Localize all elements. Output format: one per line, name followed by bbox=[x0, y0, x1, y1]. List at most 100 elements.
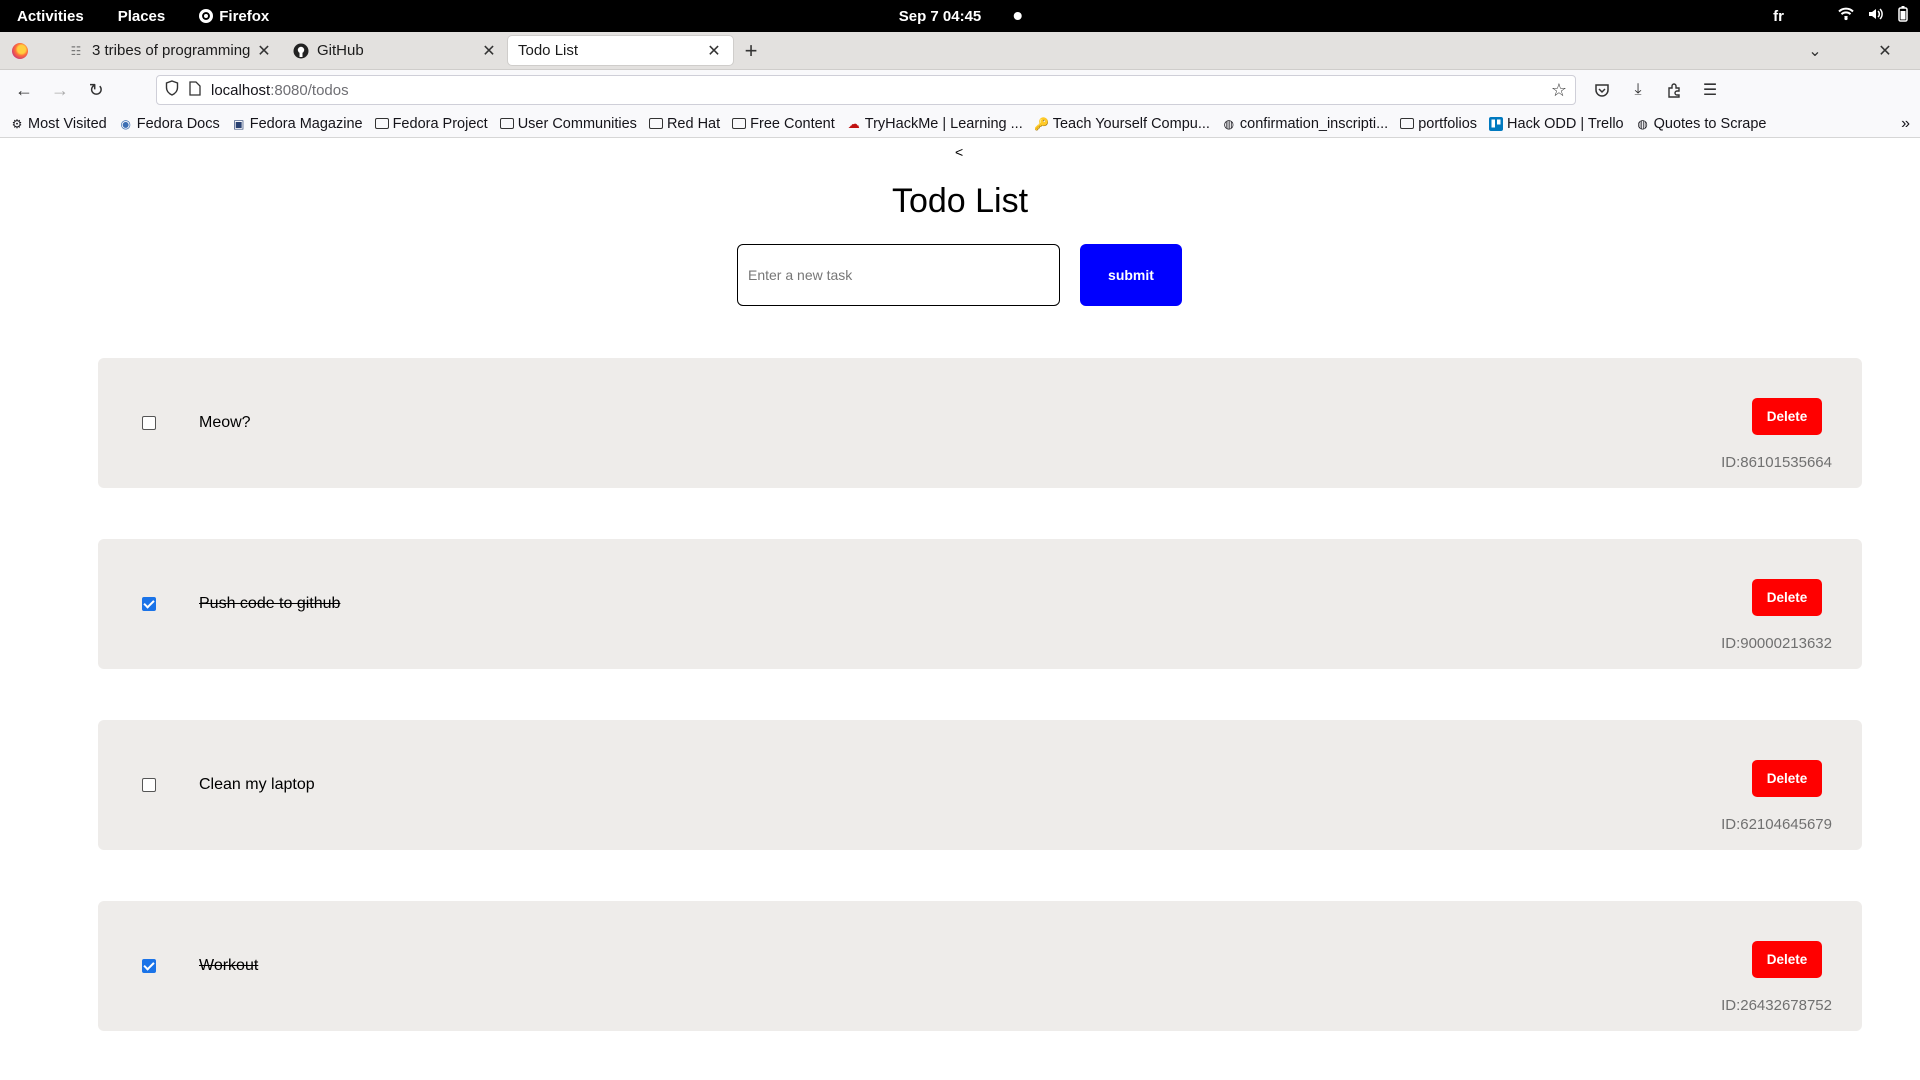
todo-item: Clean my laptop Delete ID:62104645679 bbox=[98, 720, 1862, 850]
pocket-icon[interactable] bbox=[1588, 76, 1616, 104]
todo-text: Push code to github bbox=[199, 595, 341, 612]
bookmark-teach-yourself[interactable]: 🔑 Teach Yourself Compu... bbox=[1034, 115, 1210, 132]
bookmark-quotes-to-scrape[interactable]: ◍ Quotes to Scrape bbox=[1636, 115, 1767, 132]
bookmark-star-icon[interactable]: ☆ bbox=[1551, 80, 1567, 101]
folder-icon bbox=[499, 117, 514, 131]
downloads-icon[interactable]: ⤓ bbox=[1624, 76, 1652, 104]
bookmark-most-visited[interactable]: ⚙ Most Visited bbox=[10, 116, 107, 132]
todo-list: Meow? Delete ID:86101535664 Push code to… bbox=[98, 358, 1862, 1080]
todo-text: Clean my laptop bbox=[199, 776, 315, 793]
globe-icon: ◍ bbox=[1223, 116, 1235, 131]
tab-strip: ☷ 3 tribes of programming ✕ GitHub ✕ Tod… bbox=[0, 32, 1920, 70]
app-name: Firefox bbox=[219, 7, 270, 25]
bookmark-fedora-docs[interactable]: ◉ Fedora Docs bbox=[119, 115, 220, 132]
bookmark-label: Fedora Magazine bbox=[249, 115, 363, 132]
new-task-input[interactable] bbox=[737, 244, 1060, 306]
places-menu[interactable]: Places bbox=[101, 8, 183, 25]
bookmark-label: Teach Yourself Compu... bbox=[1052, 115, 1210, 132]
folder-icon bbox=[374, 117, 389, 131]
system-top-bar: Activities Places Firefox Sep 7 04:45 fr bbox=[0, 0, 1920, 32]
todo-text: Meow? bbox=[199, 414, 251, 431]
tab-label: 3 tribes of programming bbox=[92, 42, 251, 59]
firefox-icon bbox=[12, 42, 28, 59]
bookmark-portfolios[interactable]: portfolios bbox=[1400, 116, 1477, 132]
bookmark-fedora-magazine[interactable]: ▣ Fedora Magazine bbox=[232, 116, 363, 132]
wifi-icon[interactable] bbox=[1838, 7, 1854, 25]
datetime: Sep 7 04:45 bbox=[898, 7, 982, 25]
delete-button[interactable]: Delete bbox=[1752, 941, 1822, 978]
battery-icon[interactable] bbox=[1898, 6, 1908, 26]
back-arrow-icon[interactable]: ← bbox=[8, 74, 40, 106]
bookmark-user-communities[interactable]: User Communities bbox=[499, 115, 637, 132]
delete-button[interactable]: Delete bbox=[1752, 760, 1822, 797]
reload-icon[interactable]: ↻ bbox=[80, 74, 112, 106]
article-icon: ☷ bbox=[70, 43, 82, 58]
new-tab-button[interactable]: + bbox=[733, 32, 769, 69]
page-icon[interactable] bbox=[189, 80, 201, 100]
bookmark-free-content[interactable]: Free Content bbox=[732, 116, 835, 132]
bookmark-tryhackme[interactable]: ☁ TryHackMe | Learning ... bbox=[847, 116, 1023, 132]
todo-id: ID:26432678752 bbox=[1721, 997, 1832, 1014]
todo-item: Workout Delete ID:26432678752 bbox=[98, 901, 1862, 1031]
tab-todo-list[interactable]: Todo List ✕ bbox=[508, 36, 733, 65]
tab-label: Todo List bbox=[518, 42, 579, 59]
todo-id: ID:90000213632 bbox=[1721, 635, 1832, 652]
close-icon[interactable]: ✕ bbox=[255, 42, 273, 60]
delete-button[interactable]: Delete bbox=[1752, 398, 1822, 435]
todo-checkbox[interactable] bbox=[142, 778, 156, 792]
bookmark-fedora-project[interactable]: Fedora Project bbox=[374, 115, 488, 132]
back-link[interactable]: < bbox=[955, 144, 963, 160]
close-icon[interactable]: ✕ bbox=[480, 42, 498, 60]
bookmark-label: Red Hat bbox=[666, 115, 721, 132]
bookmark-red-hat[interactable]: Red Hat bbox=[648, 115, 721, 132]
hamburger-menu-icon[interactable]: ☰ bbox=[1696, 76, 1724, 104]
todo-checkbox[interactable] bbox=[142, 597, 156, 611]
navigation-toolbar: ← → ↻ localhost:8080/todos ☆ ⤓ ☰ bbox=[0, 70, 1920, 110]
magazine-icon: ▣ bbox=[233, 116, 245, 131]
tryhackme-icon: ☁ bbox=[847, 116, 860, 131]
todo-text: Workout bbox=[199, 957, 259, 974]
volume-icon[interactable] bbox=[1868, 7, 1884, 25]
bookmarks-toolbar: ⚙ Most Visited ◉ Fedora Docs ▣ Fedora Ma… bbox=[0, 110, 1920, 138]
bookmark-label: Quotes to Scrape bbox=[1653, 115, 1767, 132]
language-indicator[interactable]: fr bbox=[1773, 8, 1784, 25]
gear-icon: ⚙ bbox=[11, 116, 23, 131]
activities-button[interactable]: Activities bbox=[0, 8, 101, 25]
bookmark-label: Fedora Project bbox=[392, 115, 488, 132]
close-icon[interactable]: ✕ bbox=[705, 42, 723, 60]
bookmark-confirmation[interactable]: ◍ confirmation_inscripti... bbox=[1222, 115, 1389, 132]
url-host: localhost bbox=[211, 81, 271, 99]
list-all-tabs-chevron-down-icon[interactable]: ⌄ bbox=[1780, 41, 1850, 61]
clock[interactable]: Sep 7 04:45 bbox=[899, 8, 1022, 25]
globe-icon: ◍ bbox=[1637, 116, 1648, 131]
forward-arrow-icon[interactable]: → bbox=[44, 74, 76, 106]
tab-github[interactable]: GitHub ✕ bbox=[283, 36, 508, 65]
bookmark-label: User Communities bbox=[517, 115, 637, 132]
submit-button[interactable]: submit bbox=[1080, 244, 1182, 306]
bookmark-hack-odd-trello[interactable]: Hack ODD | Trello bbox=[1489, 116, 1624, 132]
bookmark-label: confirmation_inscripti... bbox=[1239, 115, 1389, 132]
todo-id: ID:86101535664 bbox=[1721, 454, 1832, 471]
bookmark-label: Most Visited bbox=[28, 115, 107, 132]
github-icon bbox=[293, 43, 309, 59]
window-close-icon[interactable]: ✕ bbox=[1850, 41, 1920, 61]
extensions-icon[interactable] bbox=[1660, 76, 1688, 104]
bookmark-label: Fedora Docs bbox=[136, 115, 220, 132]
page-title: Todo List bbox=[891, 182, 1029, 220]
url-bar[interactable]: localhost:8080/todos ☆ bbox=[156, 75, 1576, 105]
delete-button[interactable]: Delete bbox=[1752, 579, 1822, 616]
url-path: :8080/todos bbox=[270, 81, 349, 99]
tab-3-tribes[interactable]: ☷ 3 tribes of programming ✕ bbox=[58, 36, 283, 65]
app-menu[interactable]: Firefox bbox=[182, 8, 286, 25]
more-bookmarks-chevron-icon[interactable]: » bbox=[1901, 115, 1910, 133]
trello-icon bbox=[1489, 116, 1504, 131]
firefox-view-button[interactable] bbox=[0, 32, 40, 69]
page-content: < Todo List submit Meow? Delete ID:86101… bbox=[0, 138, 1920, 1070]
shield-icon[interactable] bbox=[165, 80, 179, 100]
folder-icon bbox=[1400, 117, 1415, 131]
tab-label: GitHub bbox=[317, 42, 364, 59]
todo-checkbox[interactable] bbox=[142, 959, 156, 973]
firefox-icon bbox=[199, 9, 214, 23]
bookmark-label: TryHackMe | Learning ... bbox=[864, 115, 1023, 132]
todo-checkbox[interactable] bbox=[142, 416, 156, 430]
